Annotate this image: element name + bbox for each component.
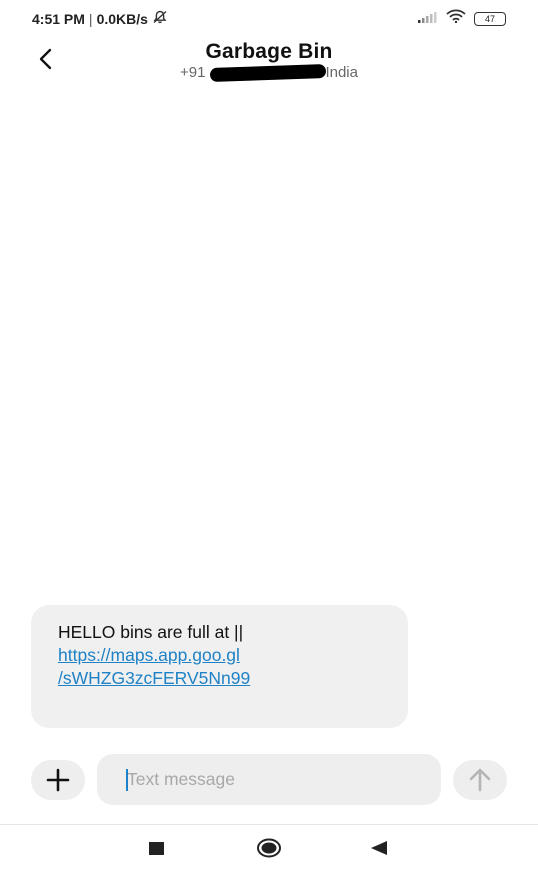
- recent-apps-icon[interactable]: [149, 842, 164, 855]
- battery-icon: 47: [474, 11, 506, 26]
- home-icon[interactable]: [257, 838, 281, 858]
- nav-divider: [0, 824, 538, 825]
- message-link-line1: https://maps.app.goo.gl: [58, 645, 240, 665]
- phone-prefix: +91: [180, 64, 206, 81]
- status-left: 4:51 PM | 0.0KB/s: [32, 10, 168, 27]
- mute-bell-icon: [152, 10, 168, 27]
- message-link[interactable]: https://maps.app.goo.gl /sWHZG3zcFERV5Nn…: [58, 644, 388, 690]
- back-triangle-icon[interactable]: [370, 840, 388, 861]
- message-text: HELLO bins are full at ||: [58, 622, 244, 642]
- plus-icon: [46, 768, 70, 792]
- message-link-line2: /sWHZG3zcFERV5Nn99: [58, 668, 251, 688]
- send-button[interactable]: [453, 760, 507, 800]
- status-time: 4:51 PM: [32, 10, 85, 27]
- phone-country: India: [325, 64, 358, 81]
- wifi-icon: [446, 9, 466, 28]
- message-input-placeholder: Text message: [127, 769, 235, 789]
- signal-icon: [418, 10, 438, 28]
- text-caret: [126, 769, 128, 791]
- network-speed: 0.0KB/s: [96, 10, 148, 27]
- message-input[interactable]: Text message: [97, 754, 441, 805]
- message-bubble[interactable]: HELLO bins are full at || https://maps.a…: [31, 605, 408, 728]
- status-bar: 4:51 PM | 0.0KB/s 47: [0, 0, 538, 36]
- status-right: 47: [418, 9, 506, 28]
- add-attachment-button[interactable]: [31, 760, 85, 800]
- status-separator: |: [88, 10, 93, 27]
- send-arrow-icon: [469, 768, 491, 792]
- contact-name: Garbage Bin: [205, 40, 333, 63]
